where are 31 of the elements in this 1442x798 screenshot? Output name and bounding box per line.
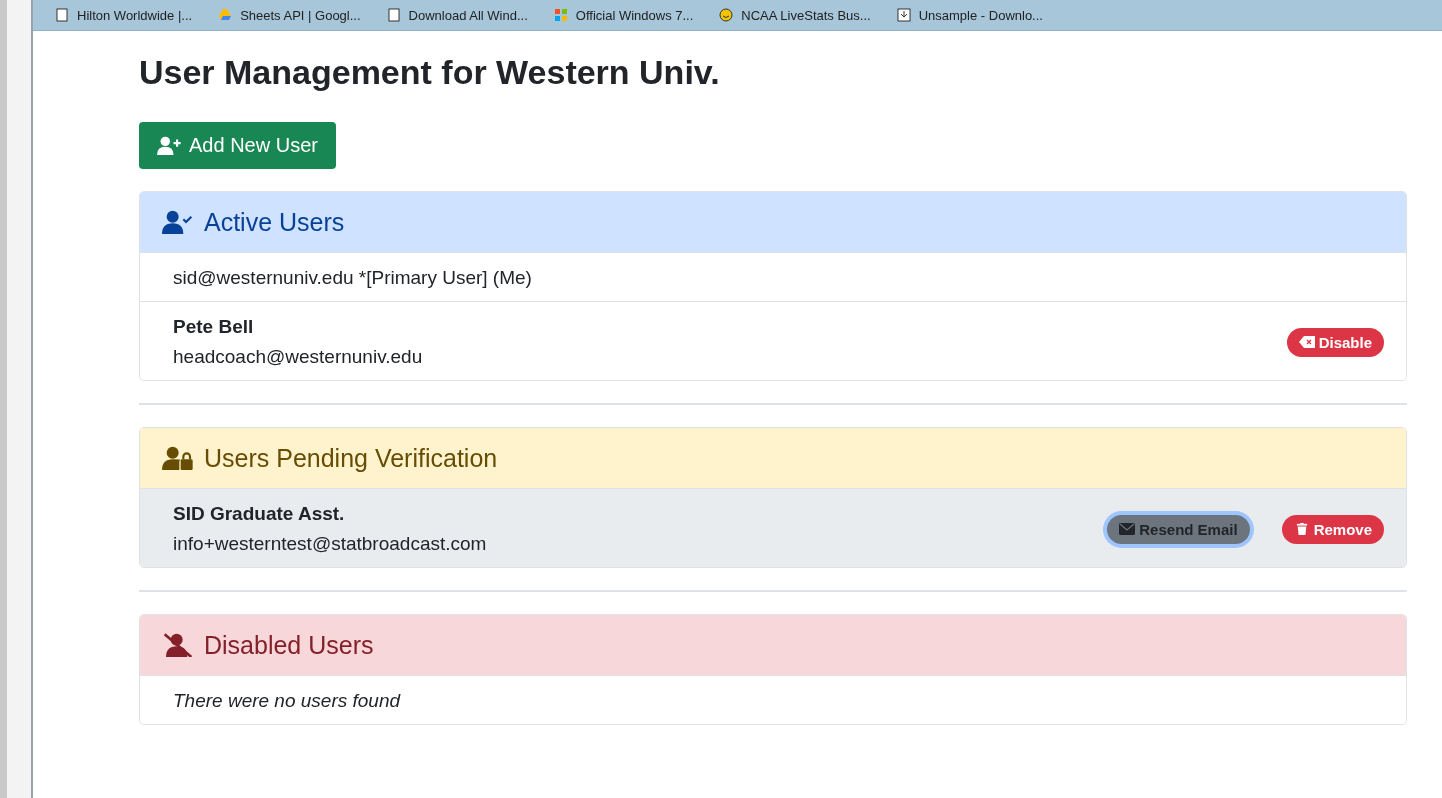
empty-message: There were no users found [173,690,401,712]
page-icon [386,8,401,22]
section-title: Active Users [204,207,345,237]
user-lock-icon [162,446,194,470]
user-plus-icon [157,136,183,155]
remove-button[interactable]: Remove [1281,514,1384,544]
bookmark-link[interactable]: Sheets API | Googl... [218,7,361,23]
user-slash-icon [162,633,194,657]
envelope-icon [1119,523,1136,535]
windows-flag-icon [553,8,568,22]
smiley-icon [719,8,734,22]
bookmark-link[interactable]: Download All Wind... [386,7,528,23]
user-name: Pete Bell [173,316,255,338]
page-title: User Management for Western Univ. [139,53,721,92]
bookmark-link[interactable]: NCAA LiveStats Bus... [719,7,871,23]
section-title: Disabled Users [204,630,374,660]
bookmark-link[interactable]: Unsample - Downlo... [896,7,1043,23]
user-email: headcoach@westernuniv.edu [173,346,423,368]
backspace-icon [1298,336,1315,348]
download-icon [896,8,911,22]
disable-button[interactable]: Disable [1286,327,1384,357]
user-check-icon [162,210,194,234]
add-user-button[interactable]: Add New User [139,122,336,169]
user-email: info+westerntest@statbroadcast.com [173,533,487,555]
user-name: SID Graduate Asst. [173,503,346,525]
page-icon [55,8,69,22]
bookmark-link[interactable]: Hilton Worldwide |... [55,7,193,23]
user-email: sid@westernuniv.edu *[Primary User] (Me) [173,267,532,289]
drive-icon [218,8,233,22]
section-title: Users Pending Verification [204,443,498,473]
bookmark-link[interactable]: Official Windows 7... [553,7,694,23]
